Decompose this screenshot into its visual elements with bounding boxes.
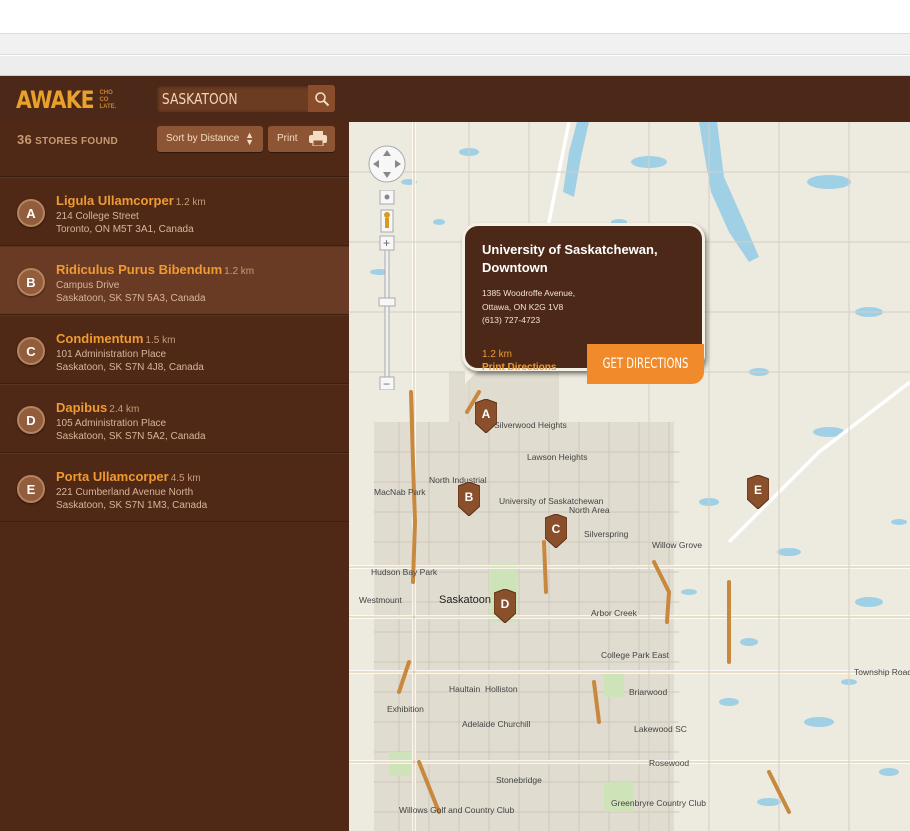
store-item[interactable]: B Ridiculus Purus Bibendum 1.2 km Campus … bbox=[0, 246, 350, 315]
map-label: Stonebridge bbox=[496, 775, 542, 785]
browser-bookmarks-bar bbox=[0, 56, 910, 76]
store-address-city: Saskatoon, SK S7N 1M3, Canada bbox=[56, 500, 208, 511]
store-badge: E bbox=[17, 475, 45, 503]
store-item[interactable]: A Ligula Ullamcorper 1.2 km 214 College S… bbox=[0, 177, 350, 246]
map-pin[interactable]: A bbox=[475, 399, 497, 433]
pan-control-icon[interactable] bbox=[367, 144, 407, 184]
map-label: Haultain bbox=[449, 684, 481, 694]
sort-arrows-icon: ▲ ▼ bbox=[245, 130, 254, 147]
get-directions-button[interactable]: Get Directions bbox=[587, 344, 704, 384]
store-address-city: Saskatoon, SK S7N 5A2, Canada bbox=[56, 431, 206, 442]
popup-title: University of Saskatchewan, Downtown bbox=[482, 242, 658, 275]
store-name[interactable]: Ridiculus Purus Bibendum bbox=[56, 262, 222, 277]
search-button[interactable] bbox=[308, 85, 335, 112]
store-badge: B bbox=[17, 268, 45, 296]
results-toolbar: 36 STORES FOUND Sort by Distance ▲ ▼ Prin… bbox=[0, 122, 350, 177]
store-badge: C bbox=[17, 337, 45, 365]
map-label: Holliston bbox=[485, 684, 518, 694]
header: AWAKE CHO CO LATE. bbox=[0, 76, 910, 122]
search-box bbox=[157, 85, 335, 112]
map-label: Adelaide Churchill bbox=[462, 719, 531, 729]
store-name[interactable]: Porta Ullamcorper bbox=[56, 469, 169, 484]
store-name[interactable]: Ligula Ullamcorper bbox=[56, 193, 174, 208]
store-distance: 1.2 km bbox=[175, 197, 206, 208]
map-label: North Area bbox=[569, 505, 610, 515]
map-label: Briarwood bbox=[629, 687, 668, 697]
popup-address: 1385 Woodroffe Avenue, Ottawa, ON K2G 1V… bbox=[482, 287, 575, 328]
svg-text:−: − bbox=[383, 377, 390, 390]
store-item[interactable]: E Porta Ullamcorper 4.5 km 221 Cumberland… bbox=[0, 453, 350, 522]
store-address-city: Saskatoon, SK S7N 5A3, Canada bbox=[56, 293, 206, 304]
map-canvas[interactable]: + − Silverwood Heights Lawson Heights No… bbox=[349, 122, 910, 831]
map-label: Lawson Heights bbox=[527, 452, 588, 462]
popup-distance: 1.2 km bbox=[482, 349, 513, 360]
store-distance: 2.4 km bbox=[109, 404, 140, 415]
map-pin[interactable]: C bbox=[545, 514, 567, 548]
map-pin[interactable]: B bbox=[458, 482, 480, 516]
map-pin[interactable]: D bbox=[494, 589, 516, 623]
popup-tail bbox=[465, 370, 479, 384]
store-address-city: Saskatoon, SK S7N 4J8, Canada bbox=[56, 362, 204, 373]
map-label: Rosewood bbox=[649, 758, 690, 768]
map-label: Westmount bbox=[359, 595, 402, 605]
map-label: Greenbryre Country Club bbox=[611, 798, 706, 808]
store-distance: 1.2 km bbox=[224, 266, 255, 277]
browser-chrome bbox=[0, 0, 910, 76]
store-item[interactable]: D Dapibus 2.4 km 105 Administration Place… bbox=[0, 384, 350, 453]
info-popup: University of Saskatchewan, Downtown 138… bbox=[462, 223, 705, 384]
store-item[interactable]: C Condimentum 1.5 km 101 Administration P… bbox=[0, 315, 350, 384]
store-distance: 1.5 km bbox=[145, 335, 176, 346]
logo[interactable]: AWAKE CHO CO LATE. bbox=[16, 86, 116, 114]
map-label: Lakewood SC bbox=[634, 724, 687, 734]
map-label: Arbor Creek bbox=[591, 608, 637, 618]
map-label: Exhibition bbox=[387, 704, 424, 714]
store-address-city: Toronto, ON M5T 3A1, Canada bbox=[56, 224, 194, 235]
store-name[interactable]: Condimentum bbox=[56, 331, 143, 346]
map-label: Willows Golf and Country Club bbox=[399, 805, 515, 815]
svg-text:+: + bbox=[383, 236, 390, 250]
map-label: Silverwood Heights bbox=[494, 420, 567, 430]
sort-dropdown[interactable]: Sort by Distance ▲ ▼ bbox=[157, 126, 263, 152]
store-name[interactable]: Dapibus bbox=[56, 400, 107, 415]
search-input[interactable] bbox=[157, 85, 282, 112]
logo-text: AWAKE bbox=[16, 86, 95, 114]
map-label: Saskatoon bbox=[439, 594, 491, 606]
store-badge: D bbox=[17, 406, 45, 434]
search-icon bbox=[314, 91, 329, 106]
store-locator-app: AWAKE CHO CO LATE. 36 STORES FOUND Sort … bbox=[0, 76, 910, 831]
map-label: MacNab Park bbox=[374, 487, 426, 497]
store-distance: 4.5 km bbox=[170, 473, 201, 484]
print-directions-link[interactable]: Print Directions bbox=[482, 362, 556, 373]
printer-icon bbox=[309, 131, 327, 149]
map-label: College Park East bbox=[601, 650, 670, 660]
popup-body: University of Saskatchewan, Downtown 138… bbox=[462, 223, 705, 384]
results-count: 36 STORES FOUND bbox=[17, 132, 119, 147]
store-badge: A bbox=[17, 199, 45, 227]
map-label: Willow Grove bbox=[652, 540, 703, 550]
store-address-line: 105 Administration Place bbox=[56, 418, 167, 429]
sidebar: 36 STORES FOUND Sort by Distance ▲ ▼ Prin… bbox=[0, 122, 350, 831]
map-label: Silverspring bbox=[584, 529, 629, 539]
browser-toolbar bbox=[0, 33, 910, 55]
store-address-line: 214 College Street bbox=[56, 211, 139, 222]
store-address-line: 101 Administration Place bbox=[56, 349, 167, 360]
print-button[interactable]: Print bbox=[268, 126, 335, 152]
map-label: Hudson Bay Park bbox=[371, 567, 438, 577]
zoom-slider[interactable]: + − bbox=[367, 190, 407, 390]
store-address-line: 221 Cumberland Avenue North bbox=[56, 487, 194, 498]
popup-phone: (613) 727-4723 bbox=[482, 315, 541, 325]
map-label: Township Road bbox=[854, 667, 910, 677]
store-address-line: Campus Drive bbox=[56, 280, 120, 291]
map-pin[interactable]: E bbox=[747, 475, 769, 509]
logo-sub: CHO CO LATE. bbox=[99, 89, 117, 110]
